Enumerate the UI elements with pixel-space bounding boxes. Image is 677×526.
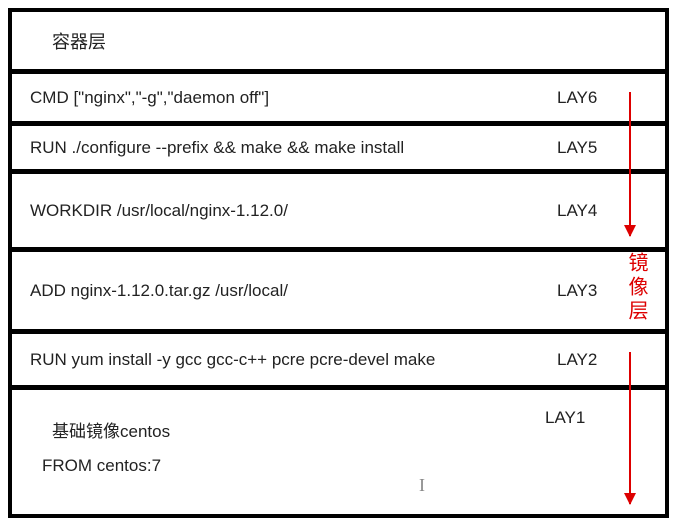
layer-row-5: RUN ./configure --prefix && make && make… xyxy=(12,126,665,174)
layer-row-1: LAY1 基础镜像centos FROM centos:7 xyxy=(12,390,665,502)
container-layer-row: 容器层 xyxy=(12,12,665,74)
layer-cmd: CMD ["nginx","-g","daemon off"] xyxy=(30,88,557,108)
layer-cmd: FROM centos:7 xyxy=(42,456,161,476)
layer-row-4: WORKDIR /usr/local/nginx-1.12.0/ LAY4 xyxy=(12,174,665,252)
arrow-down-icon xyxy=(629,92,631,236)
layer-label: LAY5 xyxy=(557,138,647,158)
layer-label: LAY1 xyxy=(545,408,665,428)
layer-cmd: WORKDIR /usr/local/nginx-1.12.0/ xyxy=(30,201,557,221)
layer-label: LAY4 xyxy=(557,201,647,221)
layer-row-2: RUN yum install -y gcc gcc-c++ pcre pcre… xyxy=(12,334,665,390)
container-layer-title: 容器层 xyxy=(52,28,106,54)
layer-label: LAY6 xyxy=(557,88,647,108)
layer-label: LAY2 xyxy=(557,350,647,370)
layer-row-3: ADD nginx-1.12.0.tar.gz /usr/local/ LAY3 xyxy=(12,252,665,334)
image-layers-label: 镜像层 xyxy=(622,252,651,324)
layers-diagram: 容器层 CMD ["nginx","-g","daemon off"] LAY6… xyxy=(8,8,669,518)
layer-cmd: RUN ./configure --prefix && make && make… xyxy=(30,138,557,158)
layer-cmd: ADD nginx-1.12.0.tar.gz /usr/local/ xyxy=(30,281,557,301)
text-cursor-icon: I xyxy=(419,475,425,496)
base-image-title: 基础镜像centos xyxy=(42,417,170,442)
layer-cmd: RUN yum install -y gcc gcc-c++ pcre pcre… xyxy=(30,350,557,370)
arrow-down-icon xyxy=(629,352,631,504)
layer-row-6: CMD ["nginx","-g","daemon off"] LAY6 xyxy=(12,74,665,126)
